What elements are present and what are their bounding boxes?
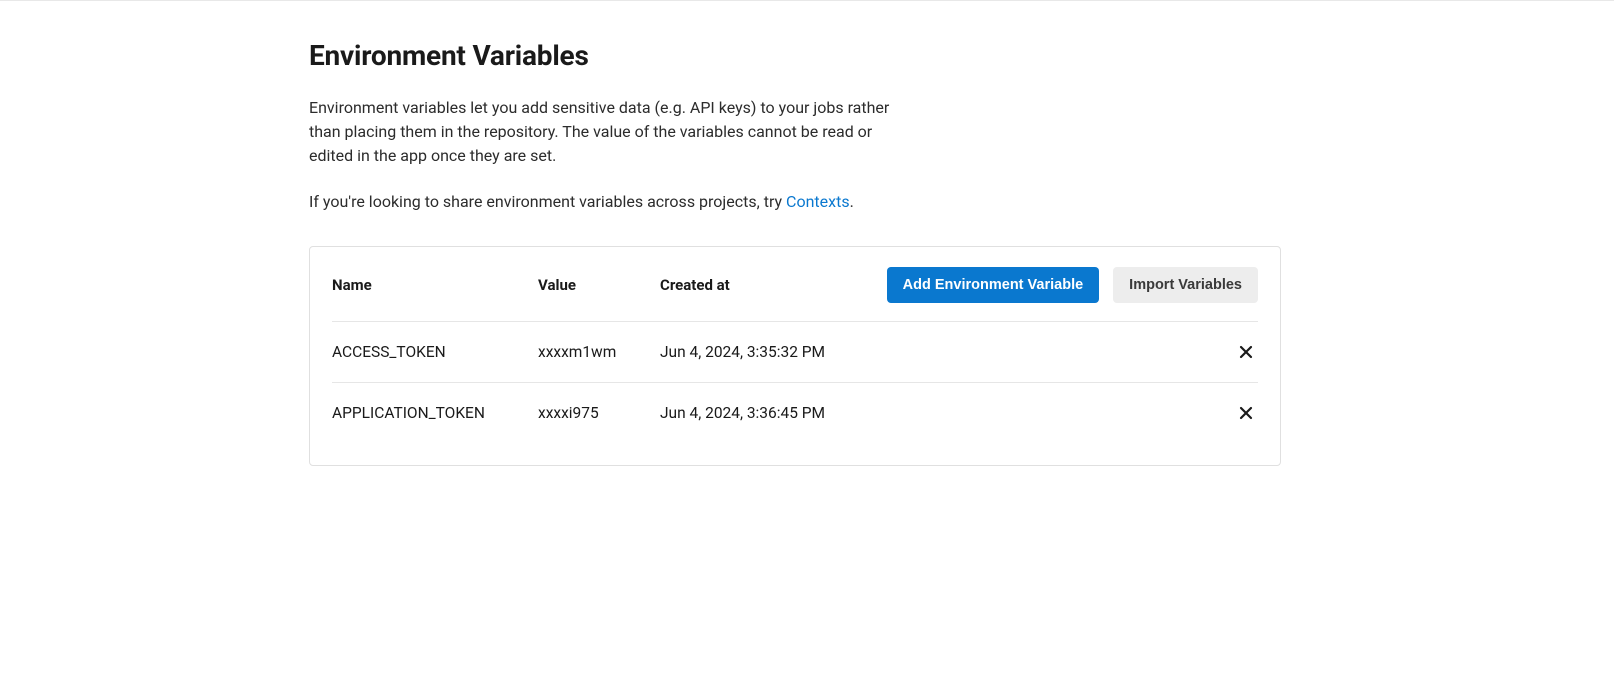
table-actions: Add Environment Variable Import Variable… [887,267,1258,303]
add-env-var-button[interactable]: Add Environment Variable [887,267,1100,303]
table-body: ACCESS_TOKENxxxxm1wmJun 4, 2024, 3:35:32… [332,322,1258,443]
env-vars-container: Environment Variables Environment variab… [309,1,1281,466]
table-row: ACCESS_TOKENxxxxm1wmJun 4, 2024, 3:35:32… [332,322,1258,383]
column-header-name: Name [332,276,538,294]
delete-variable-button[interactable] [1234,340,1258,364]
contexts-prefix: If you're looking to share environment v… [309,192,786,211]
cell-name: APPLICATION_TOKEN [332,404,538,422]
cell-delete [1230,340,1258,364]
env-vars-card: Name Value Created at Add Environment Va… [309,246,1281,466]
cell-delete [1230,401,1258,425]
cell-value: xxxxi975 [538,404,660,422]
cell-name: ACCESS_TOKEN [332,343,538,361]
page-description: Environment variables let you add sensit… [309,96,911,168]
column-header-value: Value [538,276,660,294]
cell-created: Jun 4, 2024, 3:35:32 PM [660,343,1230,361]
close-icon [1238,344,1254,360]
page-title: Environment Variables [309,39,1281,72]
table-header-row: Name Value Created at Add Environment Va… [332,267,1258,322]
cell-created: Jun 4, 2024, 3:36:45 PM [660,404,1230,422]
cell-value: xxxxm1wm [538,343,660,361]
contexts-link[interactable]: Contexts [786,192,850,211]
contexts-suffix: . [850,192,854,211]
delete-variable-button[interactable] [1234,401,1258,425]
close-icon [1238,405,1254,421]
import-variables-button[interactable]: Import Variables [1113,267,1258,303]
column-header-created: Created at [660,276,887,294]
table-row: APPLICATION_TOKENxxxxi975Jun 4, 2024, 3:… [332,383,1258,443]
contexts-hint: If you're looking to share environment v… [309,190,1281,214]
